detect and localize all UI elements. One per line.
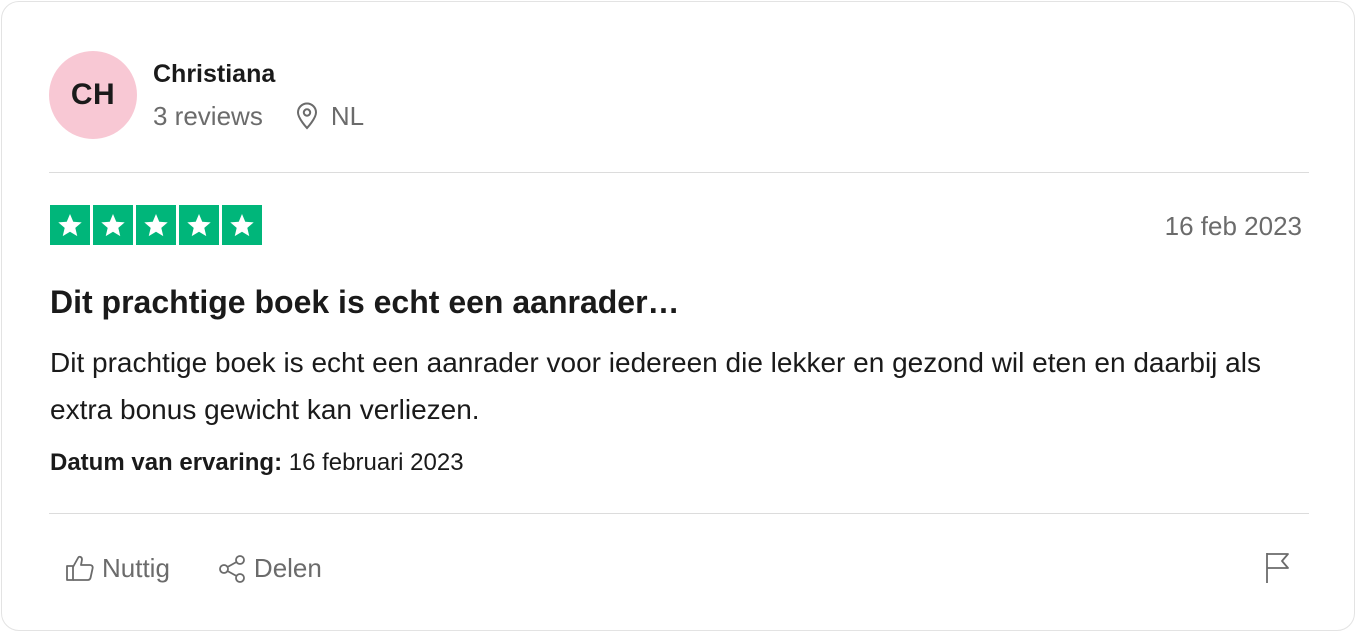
divider [49,172,1309,173]
review-card: CH Christiana 3 reviews NL 16 feb 2023 D… [1,1,1355,631]
star-icon [222,205,262,245]
avatar-initials: CH [70,78,116,111]
experience-date: Datum van ervaring: 16 februari 2023 [50,448,464,478]
consumer-location: NL [295,101,364,131]
divider [49,513,1309,514]
star-icon [50,205,90,245]
review-date: 16 feb 2023 [1164,211,1302,241]
location-code: NL [330,101,365,131]
star-icon [179,205,219,245]
star-icon [136,205,176,245]
useful-button[interactable]: Nuttig [64,550,170,586]
star-rating [50,205,262,245]
consumer-info: CH Christiana 3 reviews NL [49,50,364,140]
review-title[interactable]: Dit prachtige boek is echt een aanrader… [50,282,680,322]
report-button[interactable] [1262,550,1292,586]
consumer-details: Christiana 3 reviews NL [153,59,364,131]
review-text: Dit prachtige boek is echt een aanrader … [50,347,1261,425]
consumer-name[interactable]: Christiana [153,59,364,89]
experience-label: Datum van ervaring: [50,449,283,476]
review-count: 3 reviews [153,101,263,131]
consumer-meta: 3 reviews NL [153,101,364,131]
useful-label: Nuttig [102,553,170,583]
star-icon [93,205,133,245]
avatar[interactable]: CH [49,51,137,139]
review-actions: Nuttig Delen [64,550,322,586]
share-label: Delen [253,553,322,583]
share-icon [219,555,245,583]
flag-icon [1266,553,1289,583]
map-pin-icon [296,102,317,130]
share-button[interactable]: Delen [216,550,322,586]
experience-value: 16 februari 2023 [288,449,464,476]
thumbs-up-icon [66,555,94,581]
